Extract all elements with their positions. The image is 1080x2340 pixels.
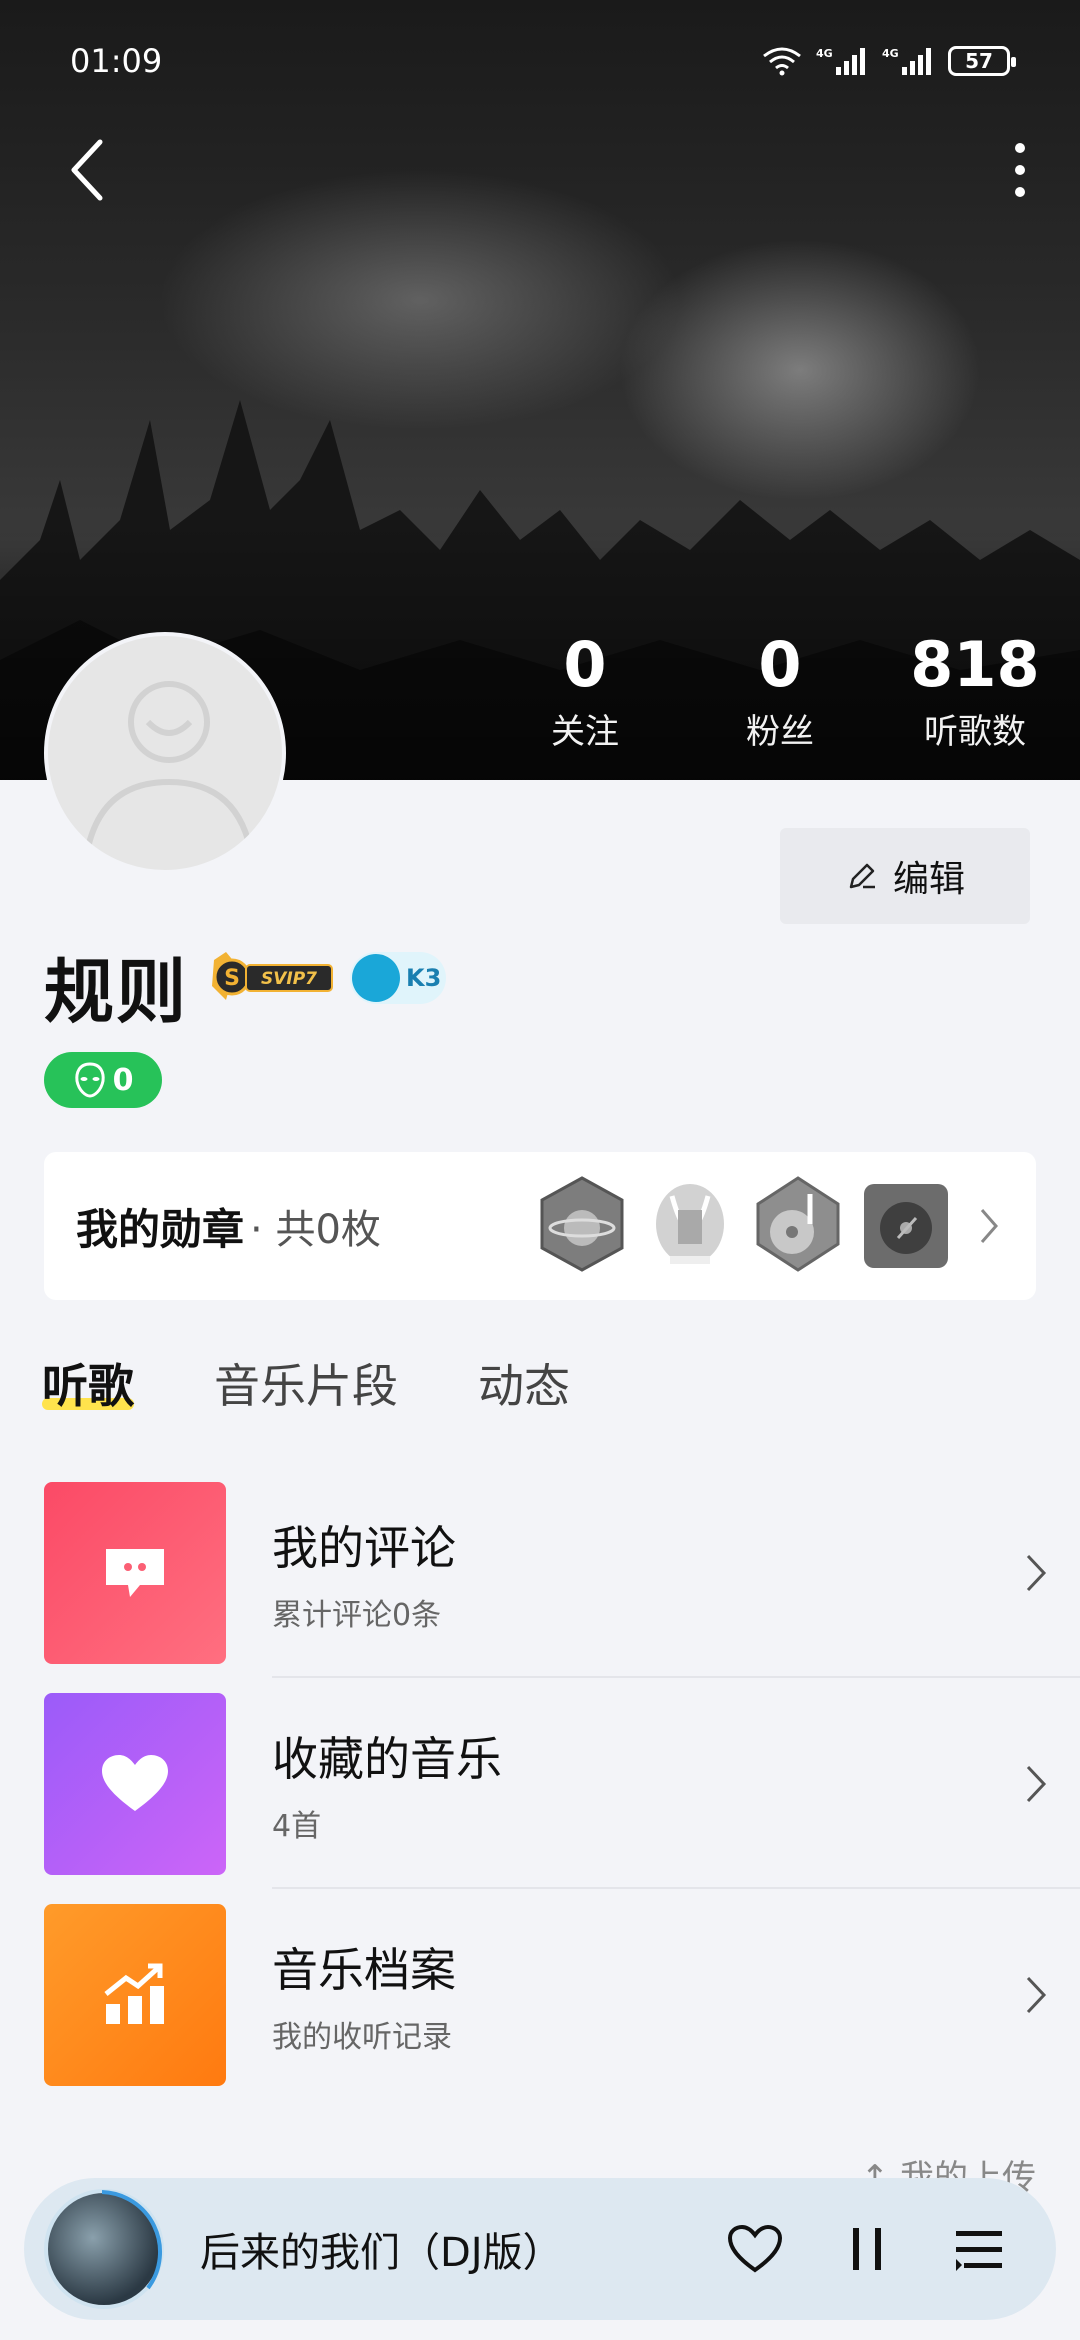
more-vertical-icon <box>1015 143 1025 197</box>
list-item-comments[interactable]: 我的评论 累计评论0条 <box>44 1482 1080 1664</box>
status-time: 01:09 <box>70 42 163 80</box>
back-button[interactable] <box>60 130 120 210</box>
tab-listening[interactable]: 听歌 <box>42 1350 134 1416</box>
chevron-right-icon <box>1026 1765 1047 1803</box>
mini-player[interactable]: 后来的我们（DJ版） <box>24 2178 1056 2320</box>
row-subtitle: 累计评论0条 <box>272 1598 442 1633</box>
medal-badge <box>644 1174 736 1274</box>
folder-record-medal-icon <box>864 1184 948 1268</box>
svg-text:S: S <box>224 966 240 991</box>
avatar[interactable] <box>44 632 286 874</box>
divider <box>272 1676 1080 1678</box>
stat-value: 818 <box>910 628 1040 701</box>
more-button[interactable] <box>990 130 1050 210</box>
tab-music-clips[interactable]: 音乐片段 <box>214 1350 398 1416</box>
pause-icon <box>853 2228 881 2270</box>
music-note-icon <box>352 954 400 1002</box>
favorites-tile <box>44 1693 226 1875</box>
alien-face-icon <box>74 1062 105 1098</box>
list-item-favorites[interactable]: 收藏的音乐 4首 <box>44 1693 1080 1875</box>
divider <box>272 1887 1080 1889</box>
comment-tile <box>44 1482 226 1664</box>
signal-4g-icon-2: 4G <box>882 47 931 75</box>
row-subtitle: 4首 <box>272 1809 322 1844</box>
chart-icon <box>104 1963 164 2024</box>
comment-icon <box>106 1549 164 1597</box>
stat-value: 0 <box>563 628 607 701</box>
lyre-medal-icon <box>656 1184 724 1264</box>
medal-card[interactable]: 我的勋章 · 共0枚 <box>44 1152 1036 1300</box>
wifi-icon <box>763 47 801 76</box>
row-title: 音乐档案 <box>272 1943 456 1997</box>
battery-icon: 57 <box>948 46 1016 76</box>
status-bar: 01:09 4G 4G 57 <box>70 36 1016 86</box>
profile-stats: 0 关注 0 粉丝 818 听歌数 <box>500 630 1060 753</box>
stat-fans[interactable]: 0 粉丝 <box>695 630 865 753</box>
heart-icon <box>102 1755 168 1811</box>
favorite-button[interactable] <box>720 2214 790 2284</box>
default-avatar-icon <box>83 681 255 859</box>
chevron-right-icon <box>980 1209 998 1243</box>
medal-count: · 共0枚 <box>250 1207 381 1253</box>
svg-text:4G: 4G <box>816 47 833 60</box>
stat-listen-count[interactable]: 818 听歌数 <box>890 630 1060 753</box>
green-badge[interactable]: 0 <box>44 1052 162 1108</box>
row-subtitle: 我的收听记录 <box>272 2020 452 2055</box>
edit-label: 编辑 <box>892 859 965 900</box>
chevron-left-icon <box>71 139 103 201</box>
row-title: 我的评论 <box>272 1521 456 1575</box>
medal-badge <box>536 1174 628 1274</box>
signal-4g-icon: 4G <box>816 47 865 75</box>
medal-list <box>536 1174 952 1274</box>
user-name: 规则 <box>44 951 188 1033</box>
stat-label: 听歌数 <box>924 712 1026 752</box>
svip-badge[interactable]: S SVIP7 <box>206 950 334 1004</box>
list-item-music-archive[interactable]: 音乐档案 我的收听记录 <box>44 1904 1080 2086</box>
tab-activity[interactable]: 动态 <box>478 1350 570 1416</box>
medal-title: 我的勋章 <box>76 1204 245 1254</box>
svg-text:4G: 4G <box>882 47 899 60</box>
archive-tile <box>44 1904 226 2086</box>
profile-tabs: 听歌 音乐片段 动态 <box>42 1350 570 1416</box>
level-badge[interactable]: K3 <box>350 952 446 1004</box>
chevron-right-icon <box>1026 1554 1047 1592</box>
stat-label: 粉丝 <box>746 712 814 752</box>
record-medal-icon <box>756 1176 840 1272</box>
svg-text:SVIP7: SVIP7 <box>261 969 317 989</box>
edit-profile-button[interactable]: 编辑 <box>780 828 1030 924</box>
progress-ring <box>101 2190 163 2290</box>
stat-following[interactable]: 0 关注 <box>500 630 670 753</box>
pause-button[interactable] <box>832 2214 902 2284</box>
playlist-button[interactable] <box>944 2214 1014 2284</box>
song-title[interactable]: 后来的我们（DJ版） <box>200 2220 720 2278</box>
row-title: 收藏的音乐 <box>272 1732 502 1786</box>
chevron-right-icon <box>1026 1976 1047 2014</box>
pencil-icon <box>849 863 875 889</box>
playlist-icon <box>956 2231 1002 2271</box>
stat-label: 关注 <box>551 712 619 752</box>
heart-outline-icon <box>727 2224 783 2273</box>
planet-medal-icon <box>540 1176 624 1272</box>
medal-badge <box>860 1174 952 1274</box>
medal-badge <box>752 1174 844 1274</box>
stat-value: 0 <box>758 628 802 701</box>
